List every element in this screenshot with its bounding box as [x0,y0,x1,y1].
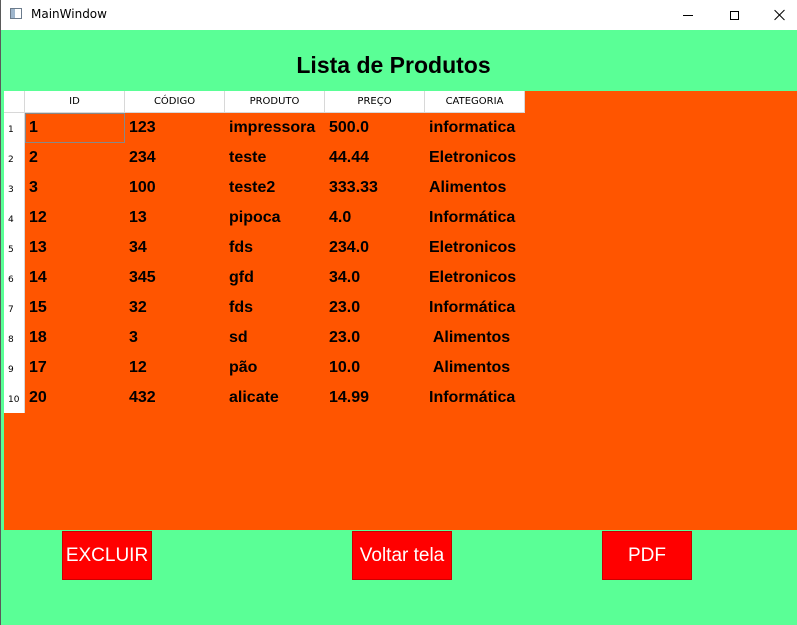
row-header[interactable]: 8 [4,323,25,353]
table-corner-button[interactable] [4,91,25,113]
column-header[interactable]: PREÇO [325,91,425,113]
table-cell[interactable]: sd [225,323,325,353]
maximize-button[interactable] [711,0,757,30]
column-header[interactable]: ID [25,91,125,113]
row-header[interactable]: 5 [4,233,25,263]
main-window: MainWindow Lista de Produtos ID CÓDIGO PRO… [0,0,797,625]
table-cell[interactable]: 17 [25,353,125,383]
table-row: 1 123 impressora 500.0 informatica [25,113,525,143]
table-cell[interactable]: Informática [425,203,525,233]
table-cell[interactable]: 20 [25,383,125,413]
table-cell[interactable]: 32 [125,293,225,323]
table-cell[interactable]: 14.99 [325,383,425,413]
table-cell[interactable]: 13 [125,203,225,233]
table-cell[interactable]: 12 [25,203,125,233]
pdf-button[interactable]: PDF [602,531,692,580]
table-row: 13 34 fds 234.0 Eletronicos [25,233,525,263]
table-cell[interactable]: impressora [225,113,325,143]
minimize-button[interactable] [665,0,711,30]
table-cell[interactable]: 3 [25,173,125,203]
table-cell[interactable]: 34 [125,233,225,263]
table-cell[interactable]: 123 [125,113,225,143]
table-cell[interactable]: 345 [125,263,225,293]
close-button[interactable] [757,0,797,30]
table-cell[interactable]: 1 [25,113,125,143]
column-header[interactable]: CATEGORIA [425,91,525,113]
table-cell[interactable]: 234 [125,143,225,173]
close-icon [774,9,786,21]
row-header[interactable]: 4 [4,203,25,233]
table-cell[interactable]: pão [225,353,325,383]
table-cell[interactable]: gfd [225,263,325,293]
table-cell[interactable]: teste [225,143,325,173]
table-cell[interactable]: 3 [125,323,225,353]
table-row: 14 345 gfd 34.0 Eletronicos [25,263,525,293]
column-header[interactable]: PRODUTO [225,91,325,113]
table-cell[interactable]: 13 [25,233,125,263]
title-bar: MainWindow [1,0,797,30]
table-cell[interactable]: 23.0 [325,323,425,353]
table-cell[interactable]: teste2 [225,173,325,203]
table-cell[interactable]: fds [225,233,325,263]
table-body: 1 123 impressora 500.0 informatica 2 234 teste 4… [25,113,525,413]
row-header[interactable]: 10 [4,383,25,413]
table-cell[interactable]: alicate [225,383,325,413]
table-cell[interactable]: Informática [425,293,525,323]
table-cell[interactable]: 12 [125,353,225,383]
table-row: 15 32 fds 23.0 Informática [25,293,525,323]
table-cell[interactable]: 34.0 [325,263,425,293]
table-cell[interactable]: 4.0 [325,203,425,233]
table-row: 2 234 teste 44.44 Eletronicos [25,143,525,173]
table-cell[interactable]: fds [225,293,325,323]
row-header[interactable]: 9 [4,353,25,383]
row-header[interactable]: 2 [4,143,25,173]
table-cell[interactable]: Alimentos [425,353,525,383]
table-row: 17 12 pão 10.0 Alimentos [25,353,525,383]
table-cell[interactable]: 100 [125,173,225,203]
table-row: 18 3 sd 23.0 Alimentos [25,323,525,353]
delete-button[interactable]: EXCLUIR [62,531,152,580]
back-button[interactable]: Voltar tela [352,531,452,580]
table-cell[interactable]: 10.0 [325,353,425,383]
table-cell[interactable]: informatica [425,113,525,143]
column-header[interactable]: CÓDIGO [125,91,225,113]
table-cell[interactable]: pipoca [225,203,325,233]
table-row: 12 13 pipoca 4.0 Informática [25,203,525,233]
row-header[interactable]: 6 [4,263,25,293]
row-header[interactable]: 3 [4,173,25,203]
minimize-icon [683,14,693,16]
maximize-icon [729,10,739,20]
table-cell[interactable]: 333.33 [325,173,425,203]
table-row: 3 100 teste2 333.33 Alimentos [25,173,525,203]
table-cell[interactable]: 15 [25,293,125,323]
row-headers: 1 2 3 4 5 6 7 8 9 10 [4,113,25,413]
page-title: Lista de Produtos [296,52,491,78]
products-table[interactable]: ID CÓDIGO PRODUTO PREÇO CATEGORIA 1234567891… [4,91,797,530]
table-cell[interactable]: 23.0 [325,293,425,323]
table-cell[interactable]: Eletronicos [425,143,525,173]
table-cell[interactable]: 18 [25,323,125,353]
table-cell[interactable]: Alimentos [425,173,525,203]
table-cell[interactable]: Eletronicos [425,233,525,263]
table-cell[interactable]: 234.0 [325,233,425,263]
table-cell[interactable]: Alimentos [425,323,525,353]
table-cell[interactable]: Informática [425,383,525,413]
table-row: 20 432 alicate 14.99 Informática [25,383,525,413]
table-cell[interactable]: 2 [25,143,125,173]
row-header[interactable]: 7 [4,293,25,323]
window-app-icon [10,8,22,19]
table-cell[interactable]: 500.0 [325,113,425,143]
table-cell[interactable]: 44.44 [325,143,425,173]
table-cell[interactable]: 432 [125,383,225,413]
action-bar: EXCLUIR Voltar tela PDF [1,530,797,625]
table-cell[interactable]: 14 [25,263,125,293]
row-header[interactable]: 1 [4,113,25,143]
window-title: MainWindow [31,7,107,21]
column-headers: ID CÓDIGO PRODUTO PREÇO CATEGORIA [25,91,525,113]
table-cell[interactable]: Eletronicos [425,263,525,293]
